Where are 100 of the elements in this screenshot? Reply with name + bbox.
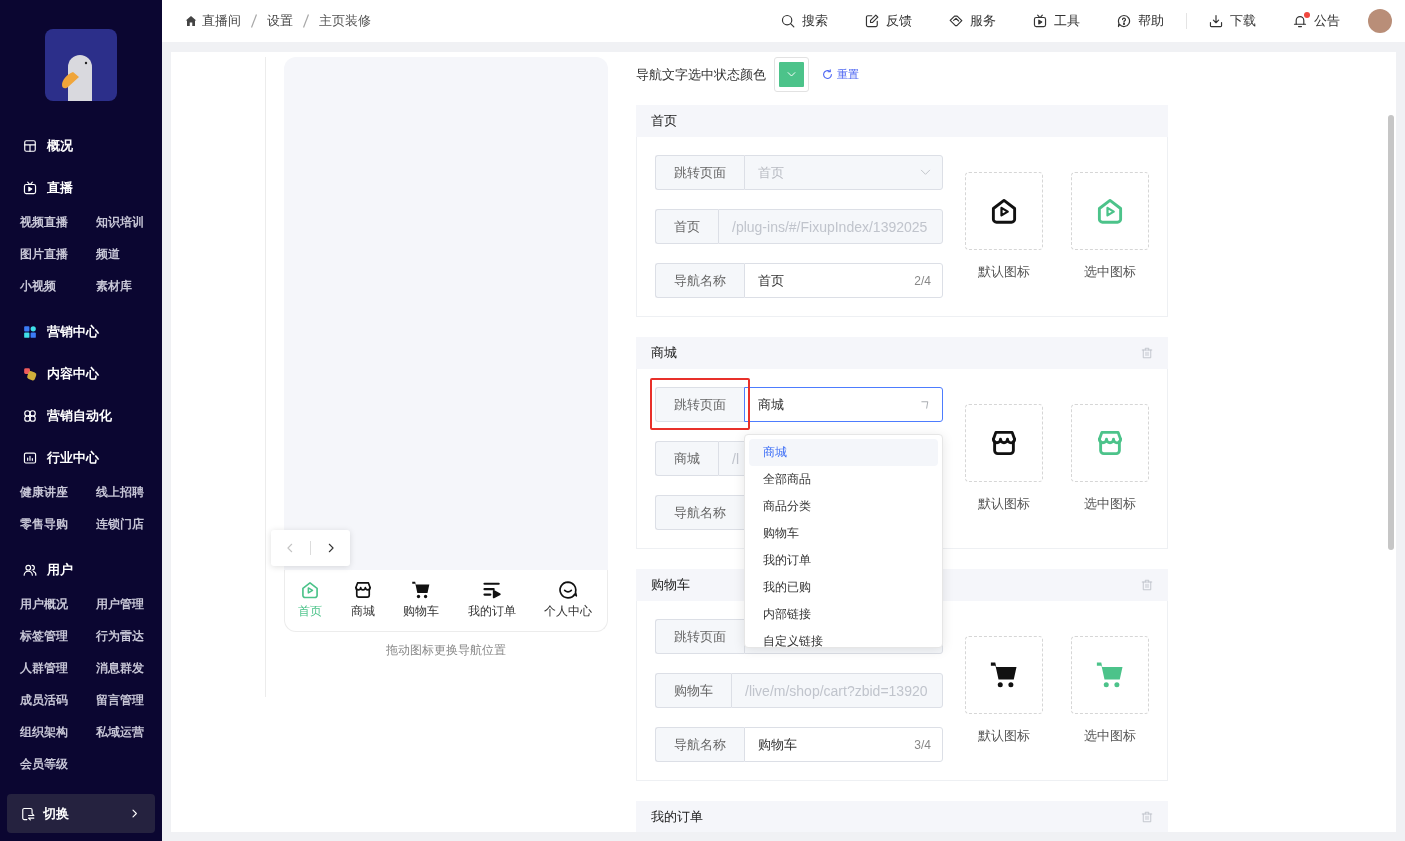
trash-icon[interactable] bbox=[1141, 811, 1153, 823]
dropdown-option[interactable]: 我的已购 bbox=[749, 574, 938, 601]
sidebar-item[interactable]: 小视频 bbox=[20, 277, 56, 295]
breadcrumb-link[interactable]: 主页装修 bbox=[319, 12, 371, 30]
chevron-right-icon bbox=[130, 809, 139, 818]
chart-icon bbox=[23, 451, 37, 465]
icon-upload-box[interactable] bbox=[965, 636, 1043, 714]
sidebar-item[interactable]: 成员活码 bbox=[20, 691, 68, 709]
icon-upload-box[interactable] bbox=[965, 404, 1043, 482]
sidebar-item[interactable]: 视频直播 bbox=[20, 213, 68, 231]
upload-label: 默认图标 bbox=[978, 495, 1030, 513]
sidebar-item[interactable]: 健康讲座 bbox=[20, 483, 68, 501]
dropdown-option[interactable]: 全部商品 bbox=[749, 466, 938, 493]
bell-icon bbox=[1293, 14, 1307, 28]
sidebar-section[interactable]: 用户 bbox=[0, 549, 162, 591]
sidebar-item[interactable]: 频道 bbox=[96, 245, 120, 263]
sidebar-item[interactable]: 知识培训 bbox=[96, 213, 144, 231]
sidebar-item[interactable]: 组织架构 bbox=[20, 723, 68, 741]
sidebar-item[interactable]: 零售导购 bbox=[20, 515, 68, 533]
shop-icon bbox=[989, 428, 1019, 458]
field-label: 导航名称 bbox=[655, 495, 744, 530]
sidebar-item[interactable]: 用户管理 bbox=[96, 595, 144, 613]
sidebar-item[interactable]: 连锁门店 bbox=[96, 515, 144, 533]
sidebar-section[interactable]: 概况 bbox=[0, 125, 162, 167]
tab-bar-item[interactable]: 商城 bbox=[350, 579, 375, 620]
trash-icon[interactable] bbox=[1141, 347, 1153, 359]
scrollbar-thumb[interactable] bbox=[1388, 115, 1394, 550]
dropdown-option[interactable]: 商城 bbox=[749, 439, 938, 466]
upload-label: 默认图标 bbox=[978, 727, 1030, 745]
toolbar-button[interactable]: 公告 bbox=[1293, 12, 1340, 30]
sidebar-section[interactable]: 内容中心 bbox=[0, 353, 162, 395]
sidebar-item[interactable]: 私域运营 bbox=[96, 723, 144, 741]
sidebar-item[interactable]: 用户概况 bbox=[20, 595, 68, 613]
slash-icon bbox=[302, 14, 310, 28]
dropdown-option[interactable]: 自定义链接 bbox=[749, 628, 938, 647]
field-label: 商城 bbox=[655, 441, 718, 476]
tab-bar-item[interactable]: 个人中心 bbox=[544, 579, 592, 620]
toolbar-button[interactable]: 反馈 bbox=[865, 12, 912, 30]
field-label: 导航名称 bbox=[655, 263, 744, 298]
switch-button[interactable]: 切换 bbox=[7, 794, 155, 833]
field-label: 跳转页面 bbox=[655, 387, 744, 422]
apps-icon bbox=[23, 325, 37, 339]
users-icon bbox=[23, 563, 37, 577]
sidebar-item[interactable]: 图片直播 bbox=[20, 245, 68, 263]
sidebar-item[interactable]: 会员等级 bbox=[20, 755, 68, 773]
house-play-icon bbox=[989, 196, 1019, 226]
next-button[interactable] bbox=[326, 543, 337, 553]
sidebar-section[interactable]: 营销自动化 bbox=[0, 395, 162, 437]
input-field[interactable]: 首页 2/4 bbox=[744, 263, 943, 298]
dropdown-option[interactable]: 商品分类 bbox=[749, 493, 938, 520]
sidebar-item[interactable]: 素材库 bbox=[96, 277, 132, 295]
field-label: 导航名称 bbox=[655, 727, 744, 762]
hint-text: 拖动图标更换导航位置 bbox=[385, 642, 507, 659]
trash-icon[interactable] bbox=[1141, 579, 1153, 591]
smile-icon bbox=[558, 579, 578, 600]
toolbar-button[interactable]: 下载 bbox=[1209, 12, 1256, 30]
dropdown-option[interactable]: 内部链接 bbox=[749, 601, 938, 628]
slash-icon bbox=[250, 14, 258, 28]
field-label: 首页 bbox=[655, 209, 718, 244]
toolbar-button[interactable]: 帮助 bbox=[1117, 12, 1164, 30]
chevron-right-icon bbox=[326, 543, 337, 553]
dropdown-option[interactable]: 我的订单 bbox=[749, 547, 938, 574]
toolbar-button[interactable]: 服务 bbox=[949, 12, 996, 30]
sidebar-section[interactable]: 行业中心 bbox=[0, 437, 162, 479]
breadcrumb-link[interactable]: 设置 bbox=[267, 12, 293, 30]
color-setting-label: 导航文字选中状态颜色 bbox=[636, 65, 766, 84]
house-play-icon bbox=[1095, 196, 1125, 226]
section-title: 商城 bbox=[651, 344, 677, 362]
dropdown-option[interactable]: 购物车 bbox=[749, 520, 938, 547]
field-label: 跳转页面 bbox=[655, 155, 744, 190]
breadcrumb-link[interactable]: 直播间 bbox=[185, 12, 241, 30]
avatar-photo[interactable] bbox=[1368, 9, 1392, 33]
toolbar-button[interactable]: 工具 bbox=[1033, 12, 1080, 30]
sidebar-item[interactable]: 消息群发 bbox=[96, 659, 144, 677]
upload-label: 选中图标 bbox=[1084, 727, 1136, 745]
house-play-icon bbox=[300, 579, 320, 600]
upload-label: 默认图标 bbox=[978, 263, 1030, 281]
reset-link[interactable]: 重置 bbox=[822, 67, 859, 82]
char-count: 2/4 bbox=[914, 273, 931, 288]
chevron-down-icon bbox=[787, 70, 796, 79]
select-field[interactable]: 商城 bbox=[744, 387, 943, 422]
sidebar-item[interactable]: 线上招聘 bbox=[96, 483, 144, 501]
sidebar-item[interactable]: 标签管理 bbox=[20, 627, 68, 645]
chevron-left-icon bbox=[284, 543, 295, 553]
tab-bar-item[interactable]: 我的订单 bbox=[467, 579, 516, 620]
section-title: 购物车 bbox=[651, 576, 690, 594]
sidebar-item[interactable]: 人群管理 bbox=[20, 659, 68, 677]
tag-icon bbox=[949, 14, 963, 28]
sidebar-item[interactable]: 行为雷达 bbox=[96, 627, 144, 645]
input-field[interactable]: 购物车 3/4 bbox=[744, 727, 943, 762]
sidebar-section[interactable]: 直播 bbox=[0, 167, 162, 209]
switch-icon bbox=[21, 806, 35, 821]
layout-icon bbox=[23, 139, 37, 153]
icon-upload-box[interactable] bbox=[965, 172, 1043, 250]
shop-icon bbox=[352, 579, 373, 600]
home-icon bbox=[185, 15, 197, 27]
tab-bar-item[interactable]: 购物车 bbox=[403, 579, 439, 620]
sidebar-item[interactable]: 留言管理 bbox=[96, 691, 144, 709]
toolbar-button[interactable]: 搜索 bbox=[781, 12, 828, 30]
sidebar-section[interactable]: 营销中心 bbox=[0, 311, 162, 353]
